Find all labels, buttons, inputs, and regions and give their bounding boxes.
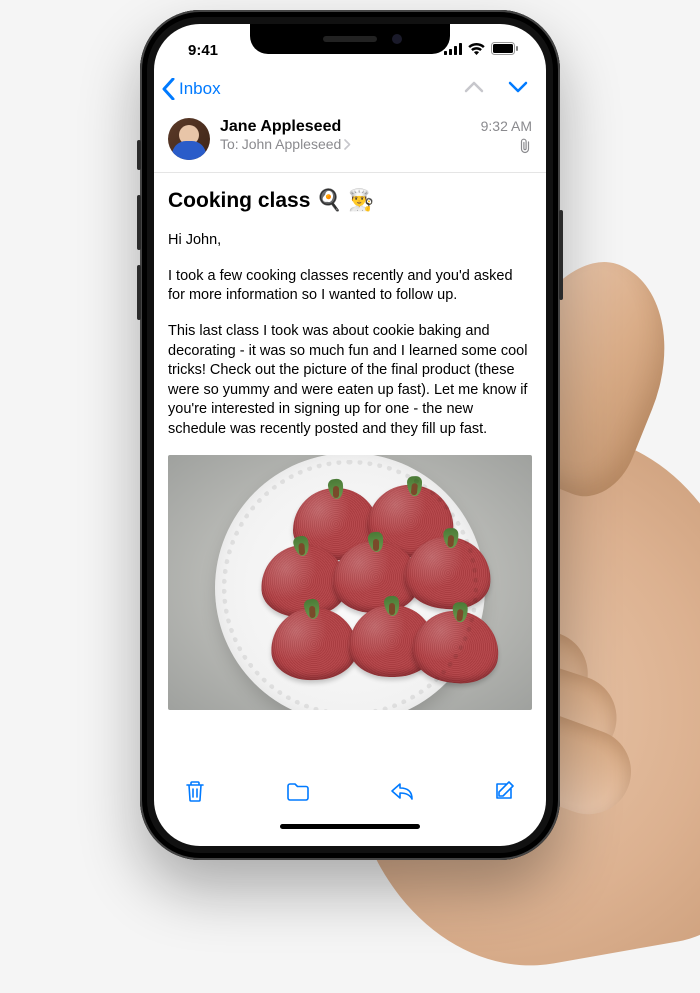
email-body[interactable]: Cooking class 🍳 👨‍🍳 Hi John, I took a fe… <box>154 173 546 768</box>
screen: 9:41 Inbox <box>154 24 546 846</box>
sender-avatar[interactable] <box>168 118 210 160</box>
email-greeting: Hi John, <box>168 231 532 251</box>
email-paragraph: This last class I took was about cookie … <box>168 322 532 439</box>
wifi-icon <box>468 42 485 59</box>
iphone-device-frame: 9:41 Inbox <box>140 10 560 860</box>
email-subject: Cooking class 🍳 👨‍🍳 <box>168 187 532 215</box>
back-label: Inbox <box>179 79 221 99</box>
chevron-left-icon <box>162 78 175 100</box>
email-attachment-image[interactable] <box>168 455 532 710</box>
trash-icon <box>182 779 208 803</box>
reply-button[interactable] <box>389 779 415 808</box>
previous-message-button[interactable] <box>464 80 484 98</box>
chevron-up-icon <box>464 81 484 93</box>
attachment-icon <box>518 138 532 159</box>
status-time: 9:41 <box>188 42 218 59</box>
plate-of-cookies <box>215 455 485 710</box>
folder-icon <box>285 779 311 803</box>
nav-bar: Inbox <box>154 68 546 110</box>
volume-down <box>137 265 141 320</box>
back-to-inbox-button[interactable]: Inbox <box>162 78 221 100</box>
email-paragraph: I took a few cooking classes recently an… <box>168 267 532 306</box>
chevron-down-icon <box>508 81 528 93</box>
compose-icon <box>492 779 518 803</box>
notch <box>250 24 450 54</box>
move-to-folder-button[interactable] <box>285 779 311 808</box>
to-label: To: <box>220 136 239 152</box>
volume-up <box>137 195 141 250</box>
recipient-name: John Appleseed <box>242 136 342 152</box>
power-button <box>559 210 563 300</box>
delete-button[interactable] <box>182 779 208 808</box>
battery-icon <box>491 42 518 59</box>
reply-icon <box>389 779 415 803</box>
recipient-line[interactable]: To: John Appleseed <box>220 136 471 152</box>
mute-switch <box>137 140 141 170</box>
email-timestamp: 9:32 AM <box>481 118 532 134</box>
compose-button[interactable] <box>492 779 518 808</box>
chevron-right-icon <box>344 139 351 150</box>
email-header: Jane Appleseed To: John Appleseed 9:32 A… <box>154 110 546 173</box>
home-indicator-area <box>154 818 546 846</box>
toolbar <box>154 768 546 818</box>
sender-name[interactable]: Jane Appleseed <box>220 118 471 136</box>
next-message-button[interactable] <box>508 80 528 98</box>
home-indicator[interactable] <box>280 824 420 829</box>
